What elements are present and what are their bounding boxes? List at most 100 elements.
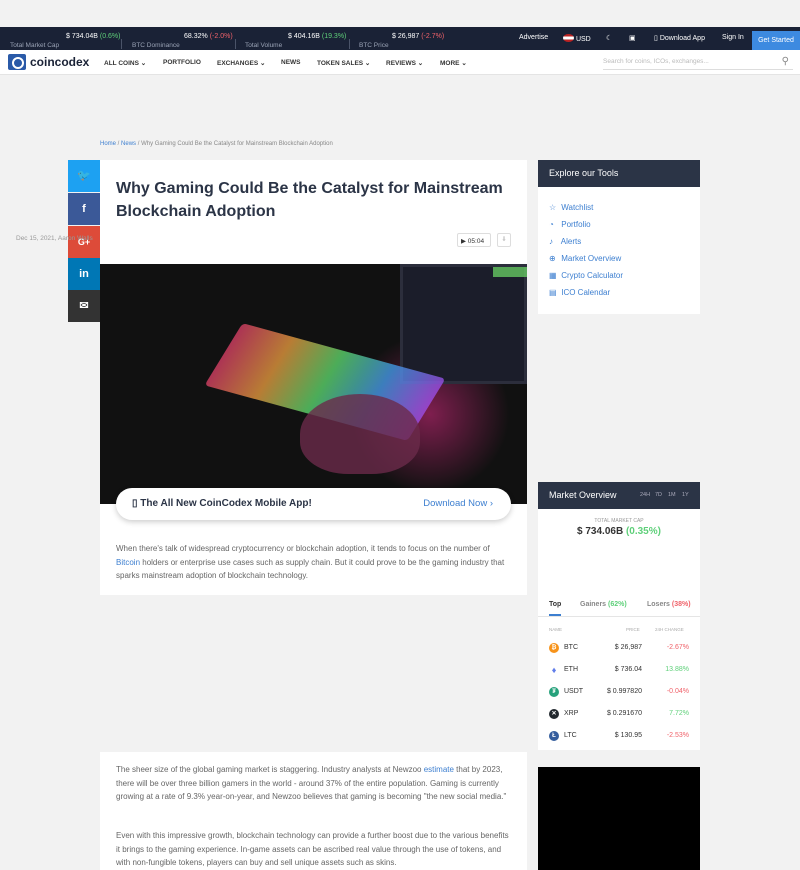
nav-item-news[interactable]: NEWS	[281, 59, 301, 66]
tool-portfolio-link[interactable]: ◔ Portfolio	[549, 220, 591, 229]
tool-ico-calendar-link[interactable]: ▤ ICO Calendar	[549, 288, 610, 297]
ticker-value: 68.32%	[184, 33, 208, 40]
pie-chart-icon: ◔	[549, 220, 554, 229]
tool-watchlist-link[interactable]: ☆ Watchlist	[549, 203, 593, 212]
table-row[interactable]: Ł LTC $ 130.95 -2.53%	[538, 725, 700, 747]
download-app-link[interactable]: ▯ Download App	[654, 34, 705, 42]
share-linkedin-button[interactable]: in	[68, 258, 100, 290]
calculator-icon: ▦	[549, 271, 557, 280]
table-row[interactable]: ₮ USDT $ 0.997820 -0.04%	[538, 681, 700, 703]
search-icon[interactable]: ⚲	[782, 56, 789, 67]
tool-label: Portfolio	[561, 220, 591, 229]
article-paragraph: The sheer size of the global gaming mark…	[116, 763, 511, 804]
range-1m[interactable]: 1M	[668, 492, 676, 498]
column-header-name: NAME	[549, 627, 563, 632]
tool-label: ICO Calendar	[561, 288, 611, 297]
coin-change: 13.88%	[665, 666, 689, 673]
currency-label: USD	[575, 36, 591, 43]
mcap-change: (0.35%)	[625, 526, 661, 537]
app-banner-label: The All New CoinCodex Mobile App!	[140, 498, 312, 509]
search-input[interactable]: Search for coins, ICOs, exchanges... ⚲	[603, 55, 793, 70]
ticker-change: (-2.7%)	[421, 33, 445, 40]
tool-market-overview-link[interactable]: ⊕ Market Overview	[549, 254, 621, 263]
coin-change: -0.04%	[666, 688, 689, 695]
ticker-change: (-2.0%)	[209, 33, 233, 40]
coin-symbol: LTC	[564, 732, 577, 739]
range-7d[interactable]: 7D	[655, 492, 662, 498]
tool-alerts-link[interactable]: ♪ Alerts	[549, 237, 581, 246]
column-header-change: 24H CHANGE	[655, 627, 684, 632]
star-icon: ☆	[549, 203, 557, 212]
breadcrumb-current: Why Gaming Could Be the Catalyst for Mai…	[141, 141, 333, 147]
ticker-item-btc-dominance[interactable]: 68.32% (-2.0%) BTC Dominance	[132, 27, 236, 50]
bell-icon: ♪	[549, 237, 553, 246]
twitter-icon: 🐦	[77, 170, 91, 182]
share-twitter-button[interactable]: 🐦	[68, 160, 100, 192]
nav-label: REVIEWS	[386, 60, 416, 67]
advertisement-block[interactable]	[538, 767, 700, 870]
ticker-label: BTC Price	[359, 42, 389, 49]
bitcoin-link[interactable]: Bitcoin	[116, 558, 140, 567]
breadcrumb-news[interactable]: News	[121, 141, 136, 147]
tab-pct: (38%)	[671, 601, 691, 608]
nav-item-more[interactable]: MORE ⌄	[440, 59, 467, 67]
tool-label: Crypto Calculator	[561, 271, 624, 280]
ticker-value: $ 26,987	[392, 33, 420, 40]
table-row[interactable]: ₿ BTC $ 26,987 -2.67%	[538, 637, 700, 659]
coin-price: $ 0.997820	[606, 688, 642, 695]
get-started-button[interactable]: Get Started	[752, 31, 800, 50]
nav-item-exchanges[interactable]: EXCHANGES ⌄	[217, 59, 265, 67]
nav-item-all-coins[interactable]: ALL COINS ⌄	[104, 59, 146, 67]
nav-label: EXCHANGES	[217, 60, 259, 67]
nav-item-reviews[interactable]: REVIEWS ⌄	[386, 59, 423, 67]
logo-text: coincodex	[30, 55, 90, 69]
divider	[121, 39, 122, 49]
article-paragraph: Even with this impressive growth, blockc…	[116, 831, 509, 867]
ticker-item-total-volume[interactable]: $ 404.16B (19.3%) Total Volume	[245, 27, 350, 50]
download-icon[interactable]: ⇩	[497, 233, 511, 247]
article-hero-image	[100, 264, 527, 504]
table-row[interactable]: ✕ XRP $ 0.291670 7.72%	[538, 703, 700, 725]
estimate-link[interactable]: estimate	[424, 765, 454, 774]
chevron-down-icon: ⌄	[364, 60, 371, 67]
coin-symbol: ETH	[564, 666, 578, 673]
tab-losers[interactable]: Losers (38%)	[647, 601, 691, 608]
audio-play-button[interactable]: ▶ 05:04	[457, 233, 491, 247]
advertise-link[interactable]: Advertise	[519, 34, 548, 41]
download-now-link[interactable]: Download Now ›	[423, 498, 493, 509]
nav-item-token-sales[interactable]: TOKEN SALES ⌄	[317, 59, 370, 67]
chevron-down-icon: ⌄	[260, 60, 266, 67]
share-email-button[interactable]: ✉	[68, 290, 100, 322]
chevron-down-icon: ⌄	[417, 60, 424, 67]
panel-title: Explore our Tools	[538, 160, 700, 187]
share-google-plus-button[interactable]: G+	[68, 226, 100, 258]
tab-label: Gainers	[580, 601, 607, 608]
mobile-app-banner[interactable]: ▯ The All New CoinCodex Mobile App! Down…	[116, 488, 511, 520]
tool-label: Alerts	[560, 237, 582, 246]
table-row[interactable]: ♦ ETH $ 736.04 13.88%	[538, 659, 700, 681]
coincodex-logo-icon	[8, 54, 26, 70]
nav-item-portfolio[interactable]: PORTFOLIO	[163, 59, 201, 66]
coin-symbol: XRP	[564, 710, 579, 717]
tool-label: Watchlist	[561, 203, 594, 212]
ticker-item-market-cap[interactable]: $ 734.04B (0.6%) Total Market Cap	[10, 27, 122, 50]
range-1y[interactable]: 1Y	[682, 492, 689, 498]
range-24h[interactable]: 24H	[640, 492, 650, 498]
ticker-label: Total Market Cap	[10, 42, 60, 49]
tab-gainers[interactable]: Gainers (62%)	[580, 601, 627, 608]
market-ticker-bar: $ 734.04B (0.6%) Total Market Cap 68.32%…	[0, 27, 800, 50]
currency-selector[interactable]: USD	[563, 34, 591, 43]
market-overview-title: Market Overview	[549, 490, 617, 500]
total-market-cap-value: $ 734.06B (0.35%)	[538, 526, 700, 537]
ticker-change: (19.3%)	[321, 33, 347, 40]
tab-top[interactable]: Top	[549, 601, 562, 616]
ticker-change: (0.6%)	[99, 33, 121, 40]
calculator-icon[interactable]: ▣	[629, 34, 636, 42]
breadcrumb-home[interactable]: Home	[100, 141, 116, 147]
sign-in-link[interactable]: Sign In	[722, 34, 744, 41]
share-facebook-button[interactable]: f	[68, 193, 100, 225]
tool-crypto-calculator-link[interactable]: ▦ Crypto Calculator	[549, 271, 623, 280]
moon-icon[interactable]: ☾	[606, 34, 612, 42]
ticker-item-btc-price[interactable]: $ 26,987 (-2.7%) BTC Price	[359, 27, 449, 50]
chevron-down-icon: ⌄	[461, 60, 467, 67]
